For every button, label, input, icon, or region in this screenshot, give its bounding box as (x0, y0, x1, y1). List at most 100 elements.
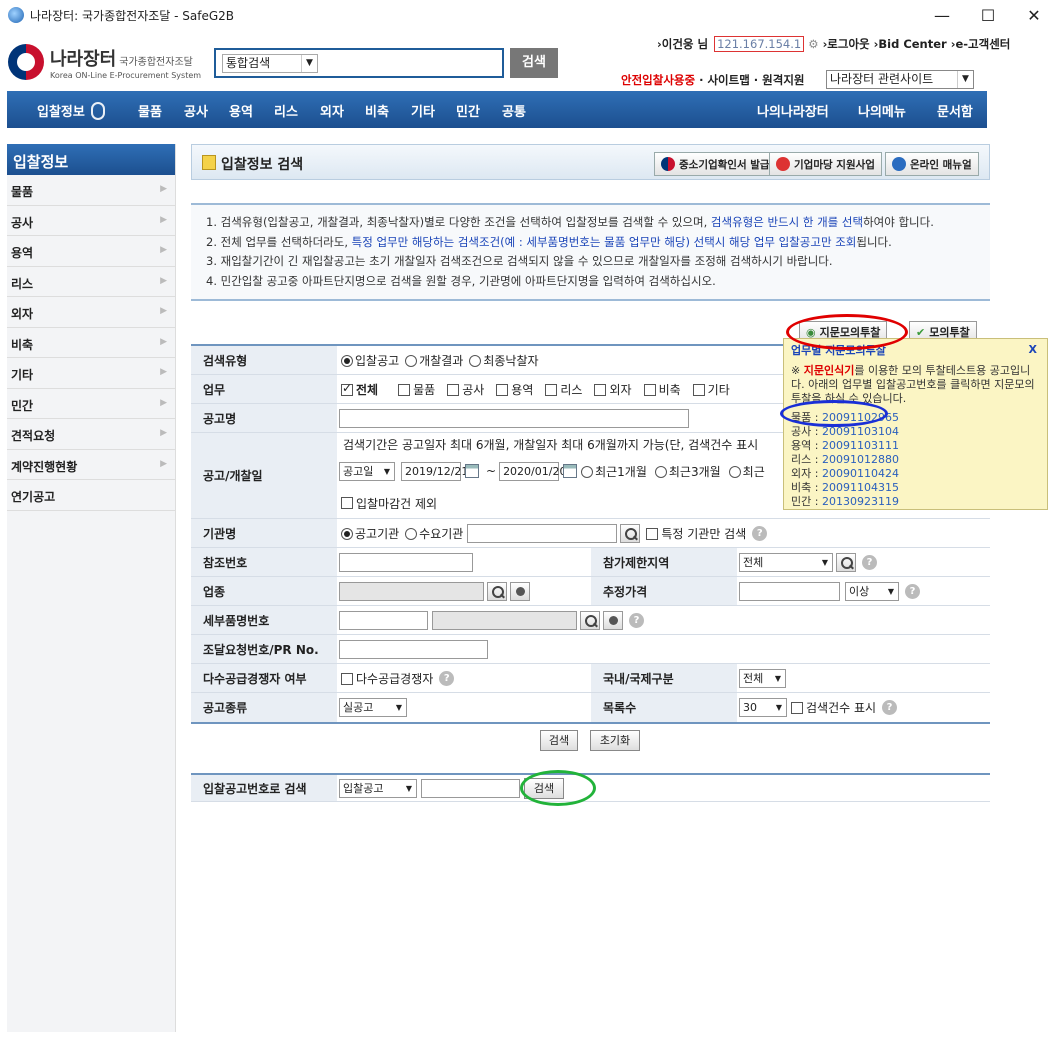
date-to-input[interactable]: 2020/01/20 (499, 461, 566, 481)
global-search-button[interactable]: 검색 (510, 48, 558, 78)
search-icon[interactable] (836, 552, 856, 572)
sme-certificate-button[interactable]: 중소기업확인서 발급 (654, 152, 777, 176)
date-from-input[interactable]: 2019/12/21 (401, 461, 468, 481)
nav-item-documents[interactable]: 문서함 (937, 101, 973, 120)
nav-item-bid-info[interactable]: 입찰정보 (37, 101, 105, 120)
online-manual-button[interactable]: 온라인 매뉴얼 (885, 152, 979, 176)
close-window-button[interactable]: ✕ (1011, 0, 1057, 30)
radio-notice-org[interactable]: 공고기관 (341, 525, 399, 542)
popup-bid-link[interactable]: 20130923119 (822, 495, 899, 508)
popup-bid-link[interactable]: 20091102965 (822, 411, 899, 424)
nav-item-private[interactable]: 민간 (456, 101, 480, 120)
help-icon[interactable]: ? (905, 583, 920, 599)
bid-no-type-select[interactable]: 입찰공고 ▼ (339, 778, 417, 798)
popup-close-button[interactable]: X (1029, 343, 1037, 357)
intl-select[interactable]: 전체 ▼ (739, 668, 786, 688)
item-no-input[interactable] (339, 610, 428, 630)
nav-item-common[interactable]: 공통 (502, 101, 526, 120)
ref-input[interactable] (339, 552, 473, 572)
search-icon[interactable] (620, 523, 641, 543)
nav-item-construction[interactable]: 공사 (184, 101, 208, 120)
customer-center-link[interactable]: ›e-고객센터 (951, 37, 1011, 51)
sidebar-item-lease[interactable]: 리스 ▶ (7, 267, 175, 297)
calendar-icon[interactable] (465, 464, 479, 478)
nav-item-etc[interactable]: 기타 (411, 101, 435, 120)
bid-no-search-button[interactable]: 검색 (524, 778, 564, 799)
checkbox-construction[interactable]: 공사 (447, 381, 484, 398)
radio-recent-1m[interactable]: 최근1개월 (581, 463, 647, 480)
logout-link[interactable]: ›로그아웃 (823, 37, 870, 51)
checkbox-goods[interactable]: 물품 (398, 381, 435, 398)
nav-item-lease[interactable]: 리스 (274, 101, 298, 120)
sitemap-link[interactable]: · 사이트맵 (699, 73, 750, 87)
price-input[interactable] (739, 581, 840, 601)
sidebar-item-service[interactable]: 용역 ▶ (7, 236, 175, 267)
calendar-icon[interactable] (563, 464, 578, 478)
search-type-select[interactable]: 통합검색 ▼ (222, 54, 318, 73)
popup-bid-link[interactable]: 20091103104 (822, 425, 899, 438)
help-icon[interactable]: ? (629, 612, 644, 628)
nav-item-foreign[interactable]: 외자 (320, 101, 344, 120)
sidebar-item-goods[interactable]: 물품 ▶ (7, 175, 175, 206)
nav-item-my-page[interactable]: 나의나라장터 (757, 101, 829, 120)
radio-final-winner[interactable]: 최종낙찰자 (469, 352, 539, 369)
remote-support-link[interactable]: · 원격지원 (754, 73, 805, 87)
maximize-button[interactable]: ☐ (965, 0, 1011, 30)
checkbox-lease[interactable]: 리스 (545, 381, 582, 398)
radio-recent-more[interactable]: 최근 (728, 463, 765, 480)
clear-icon[interactable] (510, 581, 530, 601)
list-count-select[interactable]: 30 ▼ (739, 698, 787, 717)
checkbox-service[interactable]: 용역 (496, 381, 533, 398)
checkbox-all[interactable]: 전체 (341, 381, 378, 398)
nav-item-service[interactable]: 용역 (229, 101, 253, 120)
org-only-checkbox[interactable]: 특정 기관만 검색 (646, 525, 746, 542)
reset-button[interactable]: 초기화 (590, 730, 640, 751)
bid-no-input[interactable] (421, 778, 520, 798)
item-name-input[interactable] (432, 610, 577, 630)
request-no-input[interactable] (339, 639, 488, 659)
help-icon[interactable]: ? (862, 554, 877, 570)
search-icon[interactable] (487, 581, 507, 601)
site-logo[interactable]: 나라장터 국가종합전자조달 Korea ON-Line E-Procurement… (8, 44, 201, 80)
popup-bid-link[interactable]: 20090110424 (822, 467, 899, 480)
sidebar-item-quote-request[interactable]: 견적요청 ▶ (7, 419, 175, 450)
search-icon[interactable] (580, 610, 600, 630)
checkbox-foreign[interactable]: 외자 (594, 381, 632, 398)
popup-bid-link[interactable]: 20091103111 (822, 439, 899, 452)
date-type-select[interactable]: 공고일 ▼ (339, 461, 395, 481)
sidebar-item-private[interactable]: 민간 ▶ (7, 389, 175, 419)
sidebar-item-stockpile[interactable]: 비축 ▶ (7, 328, 175, 358)
sidebar-item-postponed[interactable]: 연기공고 (7, 480, 175, 511)
checkbox-etc[interactable]: 기타 (692, 381, 730, 398)
sidebar-item-contract-status[interactable]: 계약진행현황 ▶ (7, 450, 175, 480)
notice-name-input[interactable] (339, 408, 689, 428)
gear-icon[interactable]: ⚙ (808, 37, 818, 51)
minimize-button[interactable]: — (919, 0, 965, 30)
exclude-closed-checkbox[interactable]: 입찰마감건 제외 (341, 491, 437, 515)
popup-bid-link[interactable]: 20091104315 (822, 481, 899, 494)
search-button[interactable]: 검색 (540, 730, 578, 751)
region-select[interactable]: 전체 ▼ (739, 552, 833, 572)
industry-input[interactable] (339, 581, 484, 601)
show-count-checkbox[interactable]: 검색건수 표시 (791, 699, 876, 716)
radio-demand-org[interactable]: 수요기관 (405, 525, 463, 542)
related-site-select[interactable]: 나라장터 관련사이트 ▼ (826, 70, 974, 89)
radio-recent-3m[interactable]: 최근3개월 (654, 463, 721, 480)
popup-bid-link[interactable]: 20091012880 (822, 453, 899, 466)
org-input[interactable] (467, 523, 618, 543)
notice-kind-select[interactable]: 실공고 ▼ (339, 698, 407, 717)
clear-icon[interactable] (603, 610, 623, 630)
bid-center-link[interactable]: ›Bid Center (874, 37, 947, 51)
multi-supplier-checkbox[interactable]: 다수공급경쟁자 (341, 670, 433, 687)
sidebar-item-etc[interactable]: 기타 ▶ (7, 358, 175, 389)
nav-item-my-menu[interactable]: 나의메뉴 (858, 101, 906, 120)
help-icon[interactable]: ? (882, 700, 898, 715)
checkbox-stockpile[interactable]: 비축 (643, 381, 681, 398)
radio-opening-result[interactable]: 개찰결과 (405, 352, 463, 369)
nav-item-stockpile[interactable]: 비축 (365, 101, 389, 120)
price-compare-select[interactable]: 이상 ▼ (845, 581, 899, 601)
sidebar-item-construction[interactable]: 공사 ▶ (7, 206, 175, 236)
sidebar-item-foreign[interactable]: 외자 ▶ (7, 297, 175, 328)
help-icon[interactable]: ? (752, 525, 768, 541)
corp-support-button[interactable]: 기업마당 지원사업 (769, 152, 882, 176)
